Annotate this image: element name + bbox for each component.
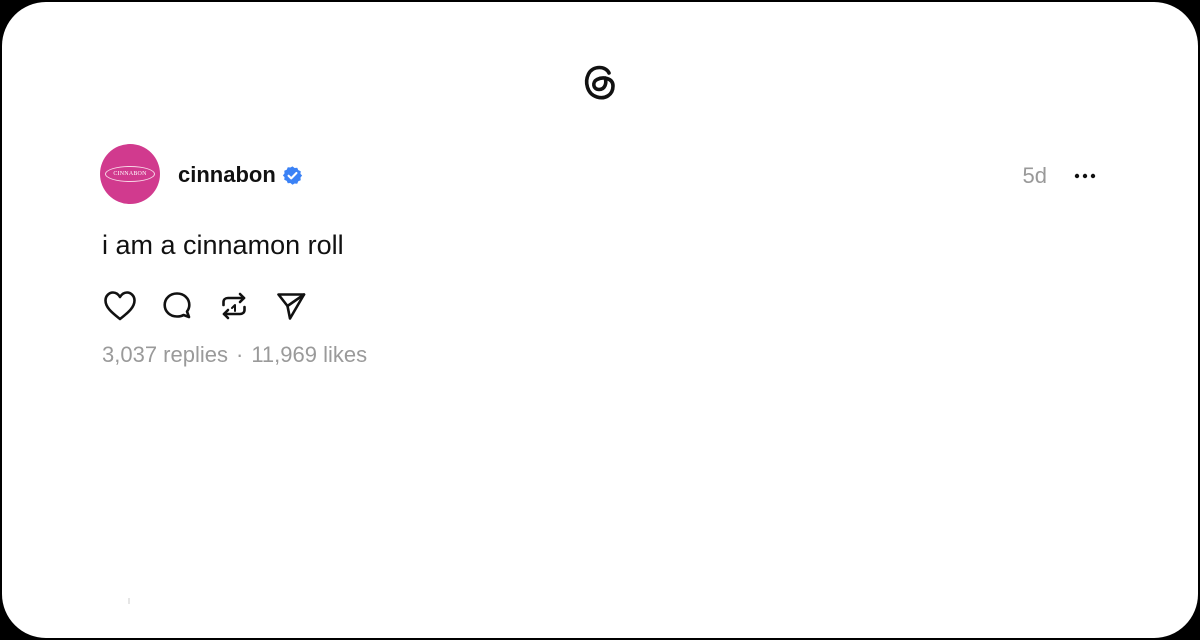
avatar[interactable]: CINNABON <box>100 144 160 204</box>
repost-icon[interactable] <box>216 288 252 324</box>
avatar-logo-text: CINNABON <box>105 166 155 182</box>
likes-count[interactable]: 11,969 likes <box>251 342 367 367</box>
threads-logo-icon[interactable] <box>581 61 619 101</box>
decorative-mark <box>128 598 130 604</box>
more-options-icon[interactable] <box>1072 163 1098 189</box>
post-text: i am a cinnamon roll <box>102 230 344 260</box>
username[interactable]: cinnabon <box>178 162 276 188</box>
threads-post-card: CINNABON cinnabon 5d i am a cinnamon rol… <box>2 2 1198 638</box>
comment-icon[interactable] <box>159 288 195 324</box>
heart-icon[interactable] <box>102 288 138 324</box>
send-icon[interactable] <box>273 288 309 324</box>
stats-separator: · <box>235 342 244 367</box>
replies-count[interactable]: 3,037 replies <box>102 342 228 367</box>
action-bar <box>102 288 330 324</box>
verified-badge-icon <box>282 165 303 186</box>
post-stats: 3,037 replies · 11,969 likes <box>102 342 367 368</box>
post-timestamp: 5d <box>1022 163 1047 188</box>
author-row: cinnabon <box>178 161 303 189</box>
